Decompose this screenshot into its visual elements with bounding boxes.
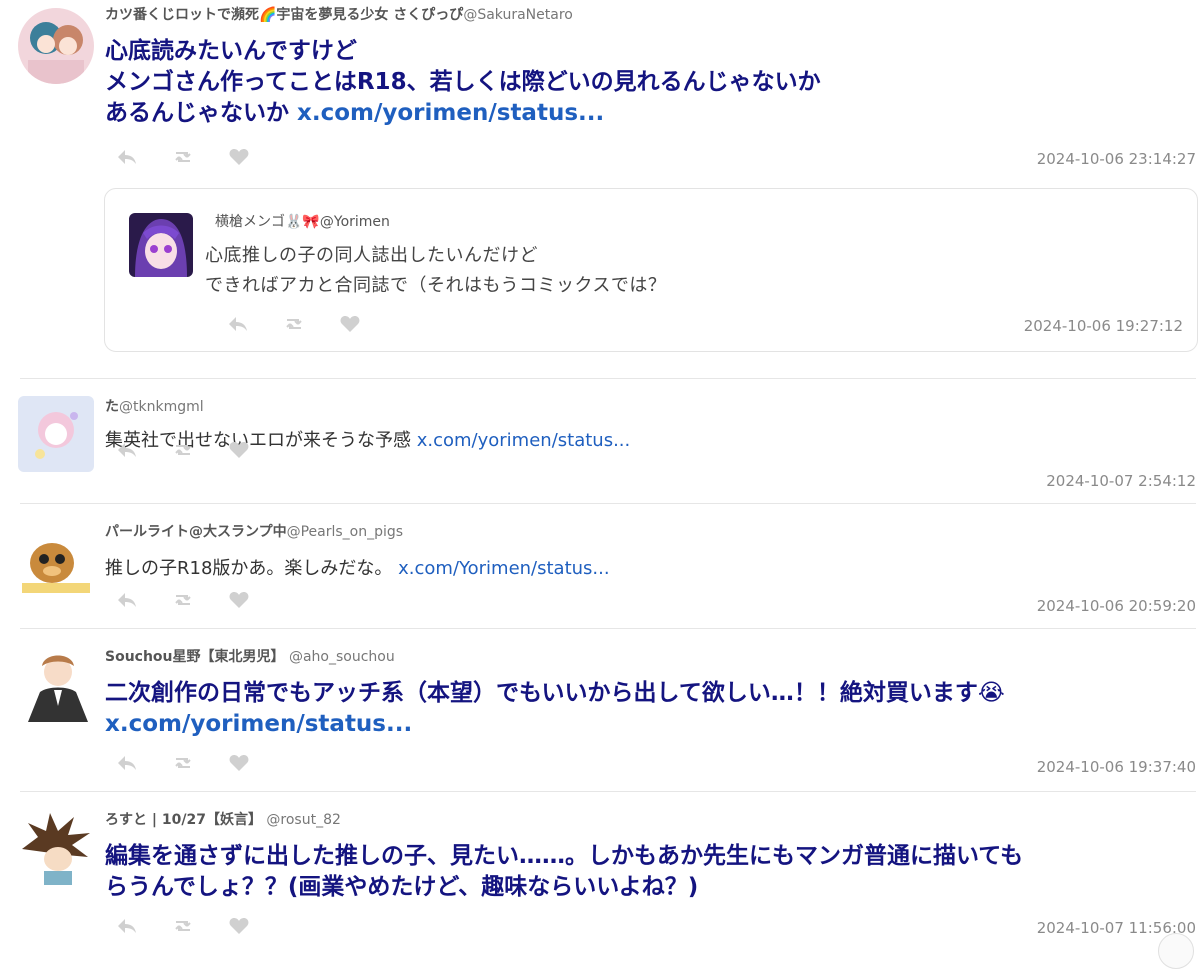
reply-button[interactable] [116,146,172,168]
tweet-text: 二次創作の日常でもアッチ系（本望）でもいいから出して欲しい…！！絶対買います😭 … [105,678,1005,740]
tweet-text: 心底読みたいんですけど メンゴさん作ってことはR18、若しくは際どいの見れるんじ… [105,36,821,129]
reply-button[interactable] [116,439,172,461]
like-button[interactable] [228,589,284,611]
like-button[interactable] [228,439,284,461]
retweet-button[interactable] [172,752,228,774]
author-name[interactable]: カツ番くじロットで瀕死🌈宇宙を夢見る少女 さくぴっぴ [105,7,463,23]
tweet-author: カツ番くじロットで瀕死🌈宇宙を夢見る少女 さくぴっぴ@SakuraNetaro [105,4,573,24]
tweet-text-fragment: 推しの子R18版かあ。楽しみだな。 [105,558,399,579]
reply-icon [118,919,136,933]
reply-icon [118,150,136,164]
reply-button[interactable] [116,589,172,611]
like-icon [229,592,249,608]
tweet-text-line: 心底推しの子の同人誌出したいんだけど [205,245,538,266]
like-icon [340,316,360,332]
tweet: た@tknkmgml 集英社で出せないエロが来そうな予感 x.com/yorim… [0,378,1200,502]
avatar[interactable] [18,646,94,722]
author-handle[interactable]: @tknkmgml [119,399,204,415]
tweet-author: ろすと | 10/27【妖言】 @rosut_82 [105,809,341,829]
quoted-tweet[interactable]: 横槍メンゴ🐰🎀@Yorimen 心底推しの子の同人誌出したいんだけど できればア… [104,188,1198,352]
tweet-text-line: メンゴさん作ってことはR18、若しくは際どいの見れるんじゃないか [105,69,821,95]
tweet-text-fragment: あるんじゃないか [105,100,298,126]
reply-button[interactable] [227,313,283,335]
reply-button[interactable] [116,915,172,937]
avatar[interactable] [18,521,94,597]
author-name[interactable]: 横槍メンゴ🐰🎀 [215,214,320,230]
retweet-icon [175,595,191,605]
tweet-actions [116,752,284,774]
tweet-text: 推しの子R18版かあ。楽しみだな。 x.com/Yorimen/status..… [105,555,610,583]
reply-icon [118,593,136,607]
tweet-text: 編集を通さずに出した推しの子、見たい……。しかもあか先生にもマンガ普通に描いても… [105,841,1023,903]
retweet-button[interactable] [283,313,339,335]
status-link[interactable]: x.com/yorimen/status... [105,709,1005,740]
tweet-actions [116,915,284,937]
like-icon [229,149,249,165]
like-button[interactable] [339,313,395,335]
tweet-actions [116,146,284,168]
tweet-text-line: できればアカと合同誌で（それはもうコミックスでは？ [205,275,667,296]
reply-icon [229,317,247,331]
like-button[interactable] [228,915,284,937]
author-handle[interactable]: @rosut_82 [262,812,341,828]
tweet-author: た@tknkmgml [105,396,204,416]
timestamp[interactable]: 2024-10-07 2:54:12 [1046,472,1196,490]
tweet: Souchou星野【東北男児】 @aho_souchou 二次創作の日常でもアッ… [0,628,1200,790]
tweet: カツ番くじロットで瀕死🌈宇宙を夢見る少女 さくぴっぴ@SakuraNetaro … [0,0,1200,375]
author-name[interactable]: Souchou星野【東北男児】 [105,649,285,665]
timestamp[interactable]: 2024-10-06 20:59:20 [1037,597,1196,615]
tweet-feed: カツ番くじロットで瀕死🌈宇宙を夢見る少女 さくぴっぴ@SakuraNetaro … [0,0,1200,969]
tweet-text-line: 心底読みたいんですけど [105,38,357,64]
tweet: ろすと | 10/27【妖言】 @rosut_82 編集を通さずに出した推しの子… [0,791,1200,969]
retweet-icon [175,445,191,455]
author-handle[interactable]: @SakuraNetaro [463,7,573,23]
timestamp[interactable]: 2024-10-06 19:27:12 [1024,317,1183,335]
status-link[interactable]: x.com/yorimen/status... [297,100,604,126]
tweet: パールライト@大スランプ中@Pearls_on_pigs 推しの子R18版かあ。… [0,503,1200,627]
tweet-text-line: 二次創作の日常でもアッチ系（本望）でもいいから出して欲しい…！！絶対買います😭 [105,680,1005,706]
retweet-button[interactable] [172,439,228,461]
timestamp[interactable]: 2024-10-06 23:14:27 [1037,150,1196,168]
author-handle[interactable]: @aho_souchou [285,649,395,665]
tweet-actions [227,313,395,335]
retweet-button[interactable] [172,589,228,611]
avatar[interactable] [18,809,94,885]
status-link[interactable]: x.com/yorimen/status... [417,430,631,451]
tweet-author: パールライト@大スランプ中@Pearls_on_pigs [105,521,403,541]
reply-button[interactable] [116,752,172,774]
tweet-text-line: あるんじゃないか x.com/yorimen/status... [105,98,821,129]
retweet-button[interactable] [172,915,228,937]
tweet-actions [116,589,284,611]
tweet-author: 横槍メンゴ🐰🎀@Yorimen [215,211,390,231]
reply-icon [118,756,136,770]
scroll-to-top-button[interactable] [1158,933,1194,969]
retweet-button[interactable] [172,146,228,168]
tweet-text-line: 編集を通さずに出した推しの子、見たい……。しかもあか先生にもマンガ普通に描いても [105,843,1024,869]
tweet-text: 心底推しの子の同人誌出したいんだけど できればアカと合同誌で（それはもうコミック… [205,241,666,301]
tweet-author: Souchou星野【東北男児】 @aho_souchou [105,646,395,666]
retweet-icon [286,319,302,329]
author-name[interactable]: た [105,399,119,415]
avatar[interactable] [129,213,193,277]
like-icon [229,755,249,771]
tweet-actions [116,439,284,461]
tweet-text-line: らうんでしょ？？(画業やめたけど、趣味ならいいよね？) [105,874,699,900]
retweet-icon [175,921,191,931]
author-name[interactable]: ろすと | 10/27【妖言】 [105,812,262,828]
avatar[interactable] [18,396,94,472]
like-icon [229,918,249,934]
like-button[interactable] [228,752,284,774]
like-button[interactable] [228,146,284,168]
retweet-icon [175,152,191,162]
status-link[interactable]: x.com/Yorimen/status... [398,558,609,579]
retweet-icon [175,758,191,768]
author-handle[interactable]: @Yorimen [320,214,390,230]
reply-icon [118,443,136,457]
avatar[interactable] [18,8,94,84]
like-icon [229,442,249,458]
author-name[interactable]: パールライト@大スランプ中 [105,524,287,540]
timestamp[interactable]: 2024-10-06 19:37:40 [1037,758,1196,776]
author-handle[interactable]: @Pearls_on_pigs [287,524,403,540]
